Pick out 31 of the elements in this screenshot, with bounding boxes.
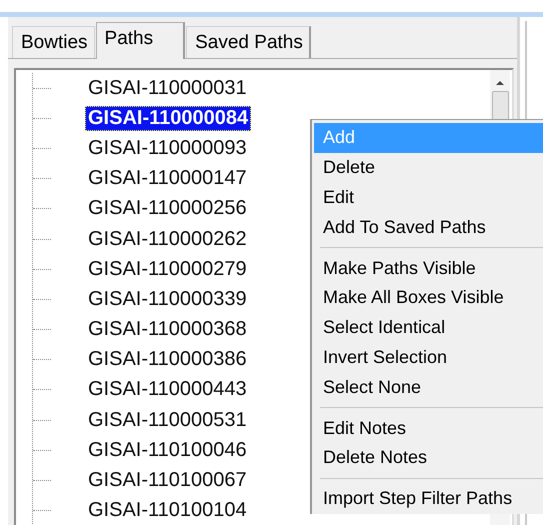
tree-item[interactable]: GISAI-110000093 (85, 136, 250, 161)
menu-item[interactable]: Select None (314, 372, 543, 402)
menu-item[interactable]: Edit Notes (314, 413, 543, 443)
tree-item[interactable]: GISAI-110000368 (85, 317, 250, 342)
tab[interactable]: Paths (96, 22, 186, 59)
tree-item[interactable]: GISAI-110000443 (85, 377, 250, 402)
menu-item[interactable]: Add To Saved Paths (314, 212, 543, 242)
tree-item[interactable]: GISAI-110000147 (85, 166, 250, 192)
menu-item[interactable]: Delete (314, 152, 543, 183)
tree-item[interactable]: GISAI-110000339 (85, 286, 250, 312)
scrollbar-thumb[interactable] (492, 91, 508, 121)
tree-item[interactable]: GISAI-110000262 (85, 226, 250, 252)
tree-item[interactable]: GISAI-110000531 (85, 408, 250, 433)
tab[interactable]: Saved Paths (186, 26, 311, 58)
tab[interactable]: Bowties (12, 26, 95, 58)
tree-item[interactable]: GISAI-110000386 (85, 347, 250, 372)
menu-item[interactable]: Edit (314, 182, 543, 212)
menu-item[interactable]: Import Step Filter Paths (314, 484, 543, 514)
tree-item[interactable]: GISAI-110000084 (85, 106, 252, 131)
tree-item[interactable]: GISAI-110000256 (85, 196, 250, 222)
menu-item[interactable]: Invert Selection (314, 342, 543, 372)
tree-item[interactable]: GISAI-110100104 (85, 498, 250, 524)
menu-item[interactable]: Make All Boxes Visible (314, 282, 543, 313)
tree-item[interactable]: GISAI-110100067 (85, 468, 250, 494)
tree-item[interactable]: GISAI-110000031 (85, 76, 250, 101)
menu-item[interactable]: Make Paths Visible (314, 253, 543, 283)
menu-item[interactable]: Delete Notes (314, 442, 543, 473)
tree-item[interactable]: GISAI-110100046 (85, 438, 250, 463)
tree-item[interactable]: GISAI-110000279 (85, 256, 250, 282)
scroll-up-icon[interactable] (494, 79, 506, 87)
menu-item[interactable]: Select Identical (314, 312, 543, 343)
